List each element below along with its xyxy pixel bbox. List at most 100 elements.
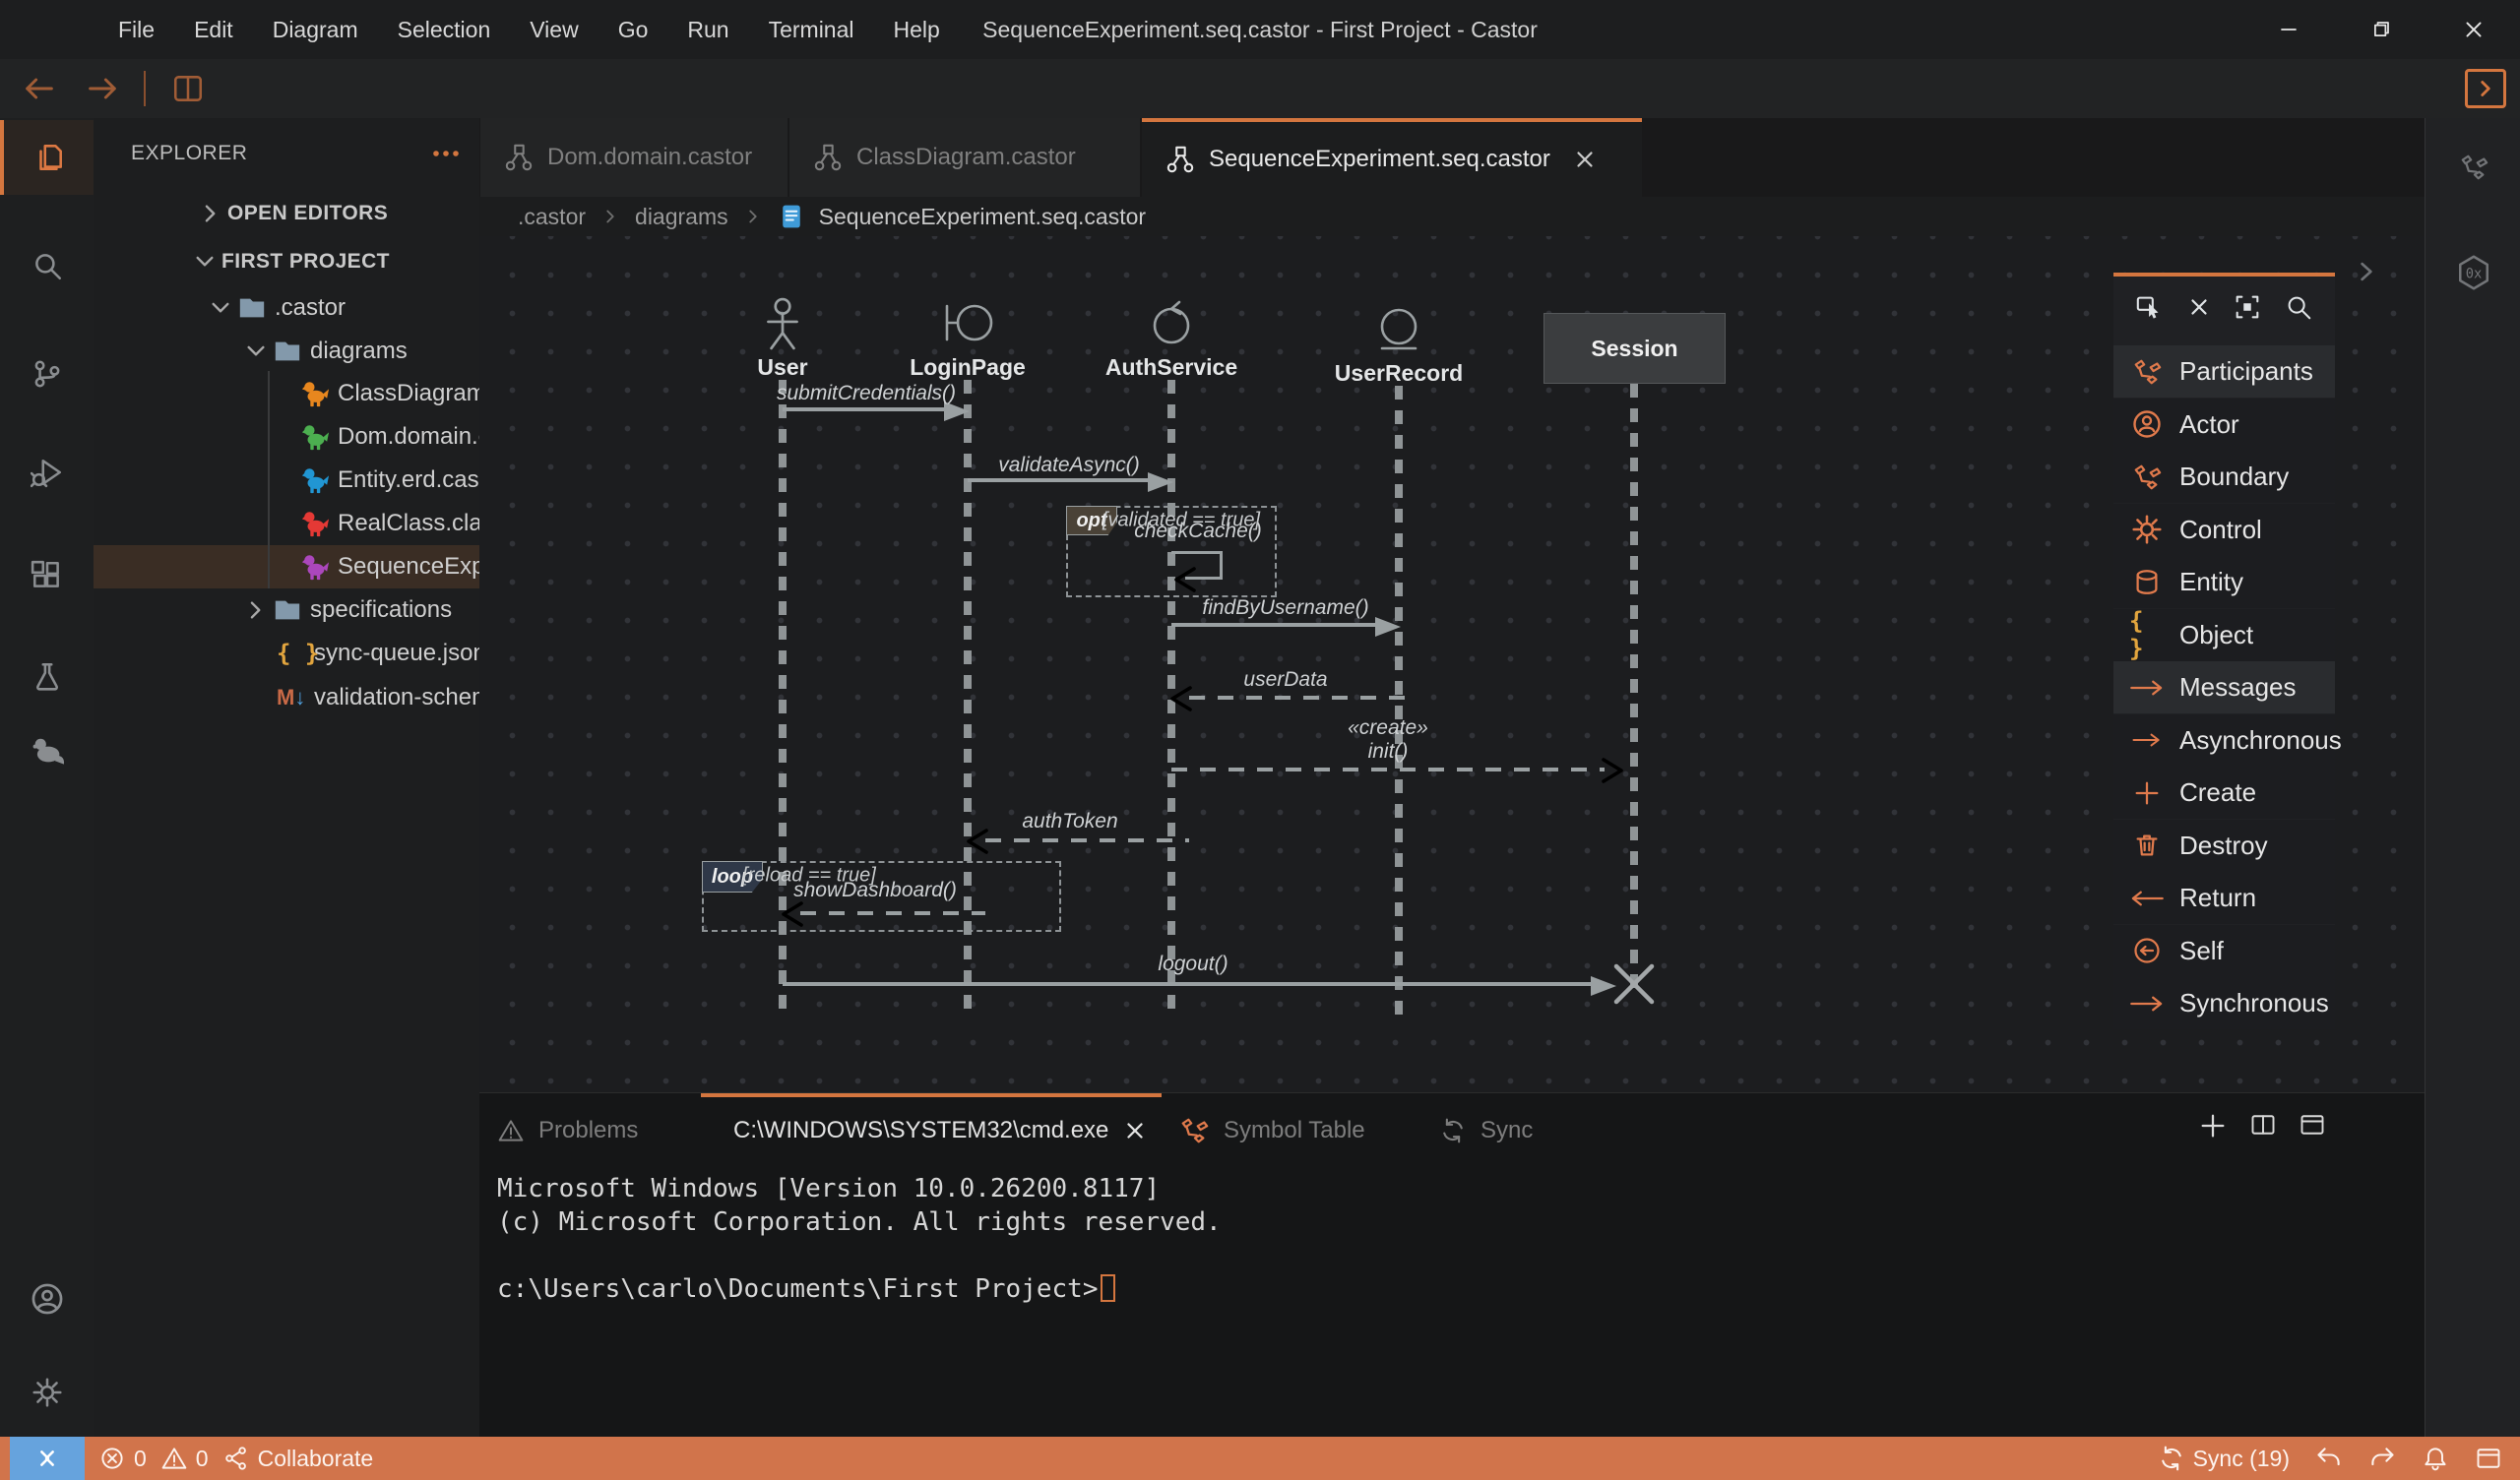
- activity-item-search[interactable]: [0, 228, 94, 303]
- collapse-palette-chevron[interactable]: [2353, 258, 2380, 285]
- menu-file[interactable]: File: [98, 17, 174, 43]
- remote-indicator[interactable]: [10, 1437, 85, 1480]
- status-undo[interactable]: [2315, 1445, 2343, 1472]
- message-line-logout[interactable]: [783, 982, 1597, 986]
- activity-item-explorer[interactable]: [0, 120, 94, 195]
- tree-item-realclass-class-ca-[interactable]: RealClass.class.ca...: [94, 502, 479, 545]
- secondary-bar-structure-view[interactable]: [2426, 133, 2520, 202]
- status-collaborate[interactable]: Collaborate: [222, 1445, 374, 1472]
- message-line-validateasync[interactable]: [968, 478, 1154, 482]
- status-warnings[interactable]: 0: [160, 1445, 209, 1472]
- palette-item-return[interactable]: Return: [2113, 872, 2335, 924]
- breadcrumb-segment[interactable]: diagrams: [635, 204, 728, 230]
- control-icon[interactable]: [1146, 297, 1197, 352]
- tree-item--castor[interactable]: .castor: [94, 286, 479, 330]
- select-tool-button[interactable]: [2135, 292, 2165, 322]
- panel-tab-problems[interactable]: Problems: [497, 1096, 638, 1165]
- panel-tab-symbol-table[interactable]: Symbol Table: [1178, 1096, 1365, 1165]
- editor-tab-sequenceexperiment.seq.castor[interactable]: SequenceExperiment.seq.castor: [1142, 118, 1642, 197]
- close-tab-icon[interactable]: [1572, 147, 1598, 172]
- open-side-panel-button[interactable]: [2465, 69, 2506, 108]
- tree-item-diagrams[interactable]: diagrams: [94, 330, 479, 373]
- palette-item-entity[interactable]: Entity: [2113, 556, 2335, 608]
- participant-userrecord[interactable]: UserRecord: [1335, 360, 1463, 387]
- menu-go[interactable]: Go: [598, 17, 668, 43]
- boundary-icon[interactable]: [941, 297, 994, 348]
- forward-button[interactable]: [85, 71, 120, 106]
- status-panel-layout[interactable]: [2475, 1445, 2502, 1472]
- participant-loginpage[interactable]: LoginPage: [910, 354, 1026, 381]
- palette-item-messages[interactable]: Messages: [2113, 661, 2335, 713]
- maximize-button[interactable]: [2335, 0, 2427, 59]
- menu-help[interactable]: Help: [874, 17, 960, 43]
- status-sync-status[interactable]: Sync (19): [2158, 1445, 2290, 1472]
- palette-item-object[interactable]: { }Object: [2113, 609, 2335, 661]
- menu-selection[interactable]: Selection: [378, 17, 511, 43]
- activity-item-account[interactable]: [0, 1262, 94, 1336]
- back-button[interactable]: [22, 71, 57, 106]
- message-line-init[interactable]: [1171, 768, 1605, 771]
- explorer-more-actions-button[interactable]: [430, 138, 462, 169]
- palette-item-actor[interactable]: Actor: [2113, 399, 2335, 451]
- search-tool-button[interactable]: [2284, 292, 2313, 322]
- activity-item-testing[interactable]: [0, 640, 94, 714]
- activity-item-settings[interactable]: [0, 1355, 94, 1430]
- tree-item-sequenceexperi-[interactable]: SequenceExperi...: [94, 545, 479, 588]
- menu-view[interactable]: View: [510, 17, 598, 43]
- message-line-findbyusername[interactable]: [1171, 623, 1381, 627]
- menu-run[interactable]: Run: [667, 17, 748, 43]
- participant-user[interactable]: User: [757, 354, 807, 381]
- palette-item-synchronous[interactable]: Synchronous: [2113, 977, 2335, 1029]
- activity-item-source-control[interactable]: [0, 337, 94, 411]
- split-panel-button[interactable]: [2249, 1111, 2277, 1141]
- activity-item-castor[interactable]: [0, 712, 94, 787]
- terminal-cursor[interactable]: [1101, 1274, 1115, 1302]
- palette-item-create[interactable]: Create: [2113, 767, 2335, 819]
- menu-terminal[interactable]: Terminal: [749, 17, 874, 43]
- tree-item-specifications[interactable]: specifications: [94, 588, 479, 632]
- status-errors[interactable]: 0: [98, 1445, 147, 1472]
- panel-tab-sync[interactable]: Sync: [1439, 1096, 1533, 1165]
- tree-item-open-editors[interactable]: OPEN EDITORS: [94, 192, 479, 235]
- tree-item-first-project[interactable]: FIRST PROJECT: [94, 240, 479, 283]
- tree-item-entity-erd-castor[interactable]: Entity.erd.castor: [94, 459, 479, 502]
- entity-icon[interactable]: [1373, 305, 1424, 352]
- split-layout-button[interactable]: [171, 72, 205, 105]
- tree-item-sync-queue-json[interactable]: { }sync-queue.json: [94, 632, 479, 675]
- editor-tab-classdiagram.castor[interactable]: ClassDiagram.castor: [789, 118, 1140, 197]
- close-tab-icon[interactable]: [1122, 1118, 1148, 1143]
- delete-tool-button[interactable]: [2186, 294, 2212, 320]
- maximize-panel-button[interactable]: [2299, 1111, 2326, 1141]
- participant-session[interactable]: Session: [1544, 313, 1726, 384]
- palette-item-self[interactable]: Self: [2113, 925, 2335, 977]
- activity-item-extensions[interactable]: [0, 538, 94, 613]
- tree-item-validation-schema-[interactable]: M↓validation-schema....: [94, 676, 479, 719]
- actor-icon[interactable]: [762, 297, 803, 350]
- terminal-output[interactable]: Microsoft Windows [Version 10.0.26200.81…: [497, 1172, 1222, 1306]
- palette-item-asynchronous[interactable]: Asynchronous: [2113, 714, 2335, 767]
- tree-item-classdiagram-cas-[interactable]: ClassDiagram.cas...: [94, 372, 479, 415]
- breadcrumb-file[interactable]: SequenceExperiment.seq.castor: [819, 204, 1146, 230]
- participant-authservice[interactable]: AuthService: [1105, 354, 1237, 381]
- message-line-submitcredentials[interactable]: [783, 407, 950, 411]
- minimize-button[interactable]: [2242, 0, 2335, 59]
- status-notifications[interactable]: [2422, 1445, 2449, 1472]
- message-line-userdata[interactable]: [1189, 696, 1417, 700]
- status-redo[interactable]: [2368, 1445, 2396, 1472]
- secondary-bar-hex-view[interactable]: 0x: [2426, 238, 2520, 307]
- new-terminal-button[interactable]: [2198, 1111, 2228, 1141]
- fit-view-tool-button[interactable]: [2233, 292, 2262, 322]
- activity-item-run-debug[interactable]: [0, 435, 94, 510]
- breadcrumb[interactable]: .castordiagramsSequenceExperiment.seq.ca…: [479, 197, 2425, 236]
- palette-item-control[interactable]: Control: [2113, 504, 2335, 556]
- palette-item-boundary[interactable]: Boundary: [2113, 451, 2335, 503]
- menu-edit[interactable]: Edit: [174, 17, 253, 43]
- menu-diagram[interactable]: Diagram: [253, 17, 378, 43]
- message-line-authtoken[interactable]: [985, 838, 1189, 842]
- palette-item-participants[interactable]: Participants: [2113, 345, 2335, 398]
- editor-tab-dom.domain.castor[interactable]: Dom.domain.castor: [480, 118, 788, 197]
- close-button[interactable]: [2427, 0, 2520, 59]
- panel-tab-c-windows-system32-cmd-exe[interactable]: C:\WINDOWS\SYSTEM32\cmd.exe: [733, 1096, 1148, 1165]
- tree-item-dom-domain-cast-[interactable]: Dom.domain.cast...: [94, 415, 479, 459]
- palette-item-destroy[interactable]: Destroy: [2113, 820, 2335, 872]
